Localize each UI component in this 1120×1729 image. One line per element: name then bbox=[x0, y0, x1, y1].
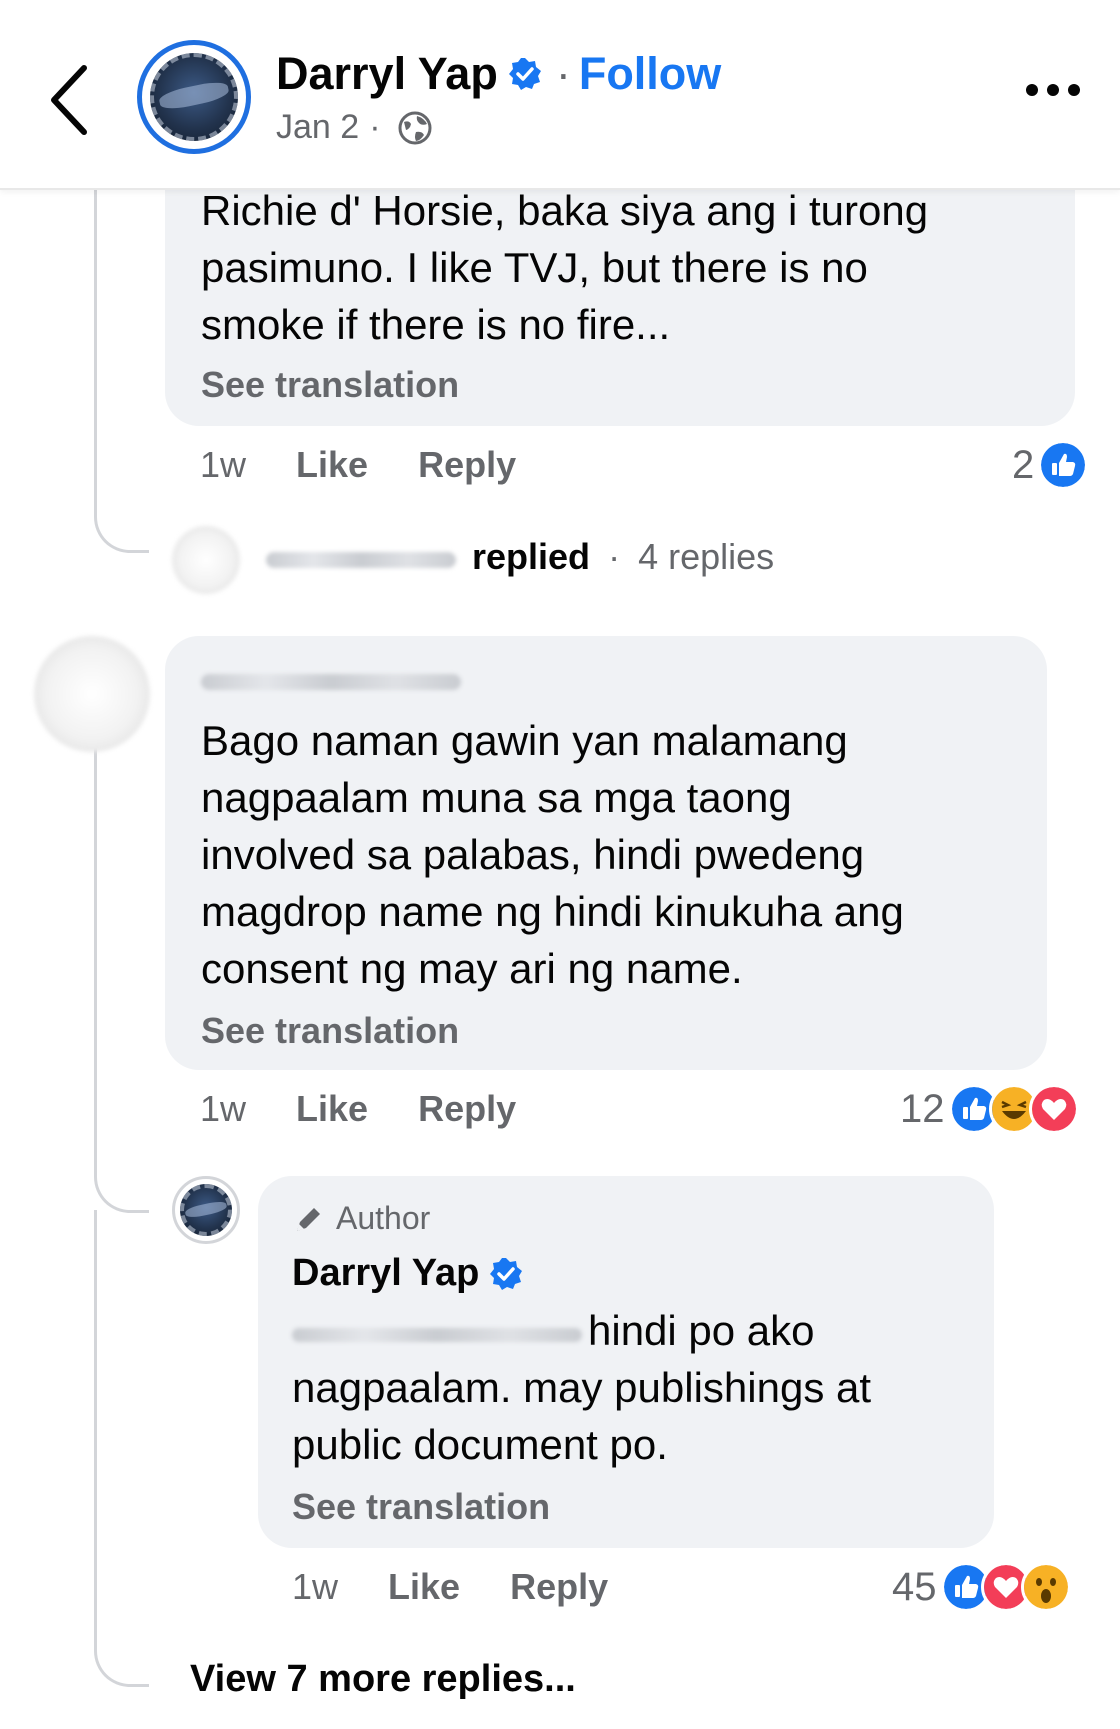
thread-connector bbox=[94, 508, 149, 553]
replies-summary[interactable]: replied · 4 replies bbox=[472, 536, 774, 578]
verified-badge-icon bbox=[508, 58, 541, 90]
wow-reaction-icon bbox=[1020, 1562, 1071, 1612]
date-separator: · bbox=[369, 108, 381, 146]
author-badge: Author bbox=[292, 1200, 430, 1237]
reply-button[interactable]: Reply bbox=[418, 1088, 516, 1130]
commenter-name-blurred[interactable] bbox=[201, 674, 461, 690]
more-options-icon[interactable] bbox=[1024, 78, 1082, 102]
comment-text: Bago naman gawin yan malamang nagpaalam … bbox=[201, 717, 904, 992]
pencil-icon bbox=[297, 1207, 320, 1231]
reaction-summary[interactable]: 2 bbox=[1012, 440, 1089, 490]
author-name-line: Darryl Yap · Follow bbox=[276, 44, 721, 104]
comment-bubble: Richie d' Horsie, baka siya ang i turong… bbox=[165, 150, 1075, 426]
like-button[interactable]: Like bbox=[296, 1088, 368, 1130]
thread-connector bbox=[94, 1160, 149, 1213]
author-reply-avatar[interactable] bbox=[172, 1176, 240, 1244]
reply-author-name[interactable]: Darryl Yap bbox=[292, 1252, 479, 1295]
back-arrow-icon[interactable] bbox=[46, 60, 94, 140]
reply-time[interactable]: 1w bbox=[292, 1566, 338, 1608]
reply-bubble: Author Darryl Yap hindi po ako nagpaalam… bbox=[258, 1176, 994, 1548]
reaction-summary[interactable]: 12 bbox=[900, 1084, 1079, 1134]
comment-text: Richie d' Horsie, baka siya ang i turong… bbox=[201, 187, 929, 348]
reply-author-name-line: Darryl Yap bbox=[292, 1252, 523, 1295]
like-button[interactable]: Like bbox=[296, 444, 368, 486]
see-translation-link[interactable]: See translation bbox=[201, 364, 459, 406]
replier-name-blurred[interactable] bbox=[266, 552, 456, 568]
comment-actions: 1w Like Reply bbox=[200, 444, 516, 486]
reply-text: hindi po ako nagpaalam. may publishings … bbox=[292, 1307, 872, 1468]
see-translation-link[interactable]: See translation bbox=[292, 1486, 550, 1528]
comment-actions: 1w Like Reply bbox=[200, 1088, 516, 1130]
reply-button[interactable]: Reply bbox=[510, 1566, 608, 1608]
follow-button[interactable]: Follow bbox=[579, 48, 721, 100]
commenter-avatar[interactable] bbox=[34, 636, 150, 752]
header-separator: · bbox=[555, 48, 571, 99]
comment-bubble: Bago naman gawin yan malamang nagpaalam … bbox=[165, 636, 1047, 1070]
reply-actions: 1w Like Reply bbox=[292, 1566, 608, 1608]
thread-connector bbox=[94, 1610, 149, 1687]
reaction-count: 45 bbox=[892, 1564, 937, 1609]
comment-time[interactable]: 1w bbox=[200, 444, 246, 486]
thread-line bbox=[94, 188, 97, 508]
globe-icon bbox=[398, 111, 432, 144]
replier-avatar[interactable] bbox=[172, 526, 240, 594]
verified-badge-icon bbox=[490, 1257, 523, 1290]
like-button[interactable]: Like bbox=[388, 1566, 460, 1608]
post-date[interactable]: Jan 2 bbox=[276, 108, 359, 147]
author-name[interactable]: Darryl Yap bbox=[276, 48, 498, 100]
view-more-replies-link[interactable]: View 7 more replies... bbox=[190, 1658, 576, 1701]
reply-button[interactable]: Reply bbox=[418, 444, 516, 486]
reaction-summary[interactable]: 45 bbox=[892, 1562, 1071, 1612]
reaction-count: 12 bbox=[900, 1086, 945, 1131]
thread-line bbox=[94, 740, 97, 1160]
love-reaction-icon bbox=[1028, 1084, 1079, 1134]
reaction-count: 2 bbox=[1012, 442, 1035, 487]
thread-line bbox=[94, 1210, 97, 1610]
author-avatar[interactable] bbox=[137, 40, 251, 154]
see-translation-link[interactable]: See translation bbox=[201, 1010, 459, 1052]
post-date-line: Jan 2 · bbox=[276, 108, 433, 147]
post-header: Darryl Yap · Follow Jan 2 · bbox=[0, 0, 1120, 190]
like-reaction-icon bbox=[1038, 440, 1089, 490]
comment-time[interactable]: 1w bbox=[200, 1088, 246, 1130]
